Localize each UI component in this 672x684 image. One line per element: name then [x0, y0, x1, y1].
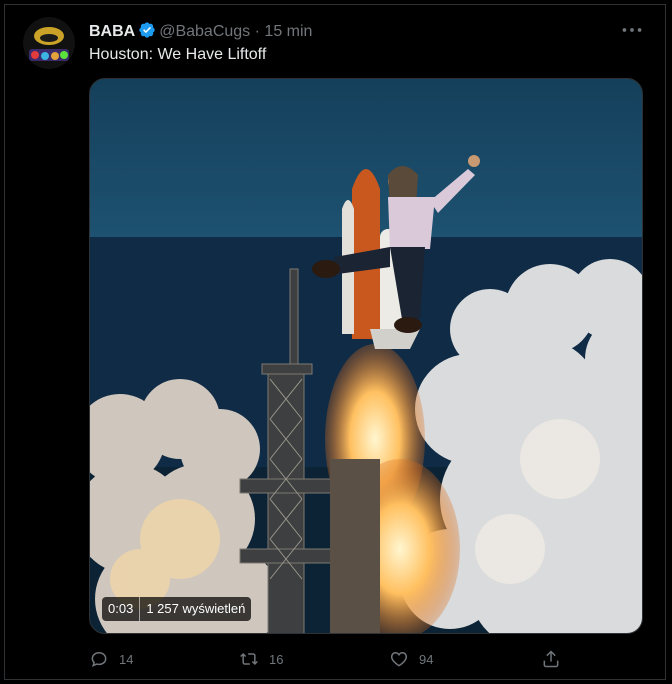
reply-icon [91, 651, 107, 668]
reply-count: 14 [119, 651, 134, 667]
retweet-icon [240, 652, 258, 666]
tweet-actions-bar: 14 16 94 [89, 649, 565, 669]
video-player[interactable]: 0:03 1 257 wyświetleń [89, 78, 643, 634]
heart-icon [390, 651, 408, 667]
share-icon [543, 650, 559, 668]
like-button[interactable]: 94 [389, 649, 433, 669]
avatar[interactable] [23, 17, 75, 69]
video-info-overlay: 0:03 1 257 wyświetleń [102, 597, 252, 621]
video-elapsed-time: 0:03 [108, 601, 134, 616]
retweet-button[interactable]: 16 [239, 649, 283, 669]
more-options-button[interactable] [619, 17, 645, 43]
retweet-count: 16 [269, 651, 284, 667]
tweet-text: Houston: We Have Liftoff [89, 46, 267, 63]
reply-button[interactable]: 14 [89, 649, 133, 669]
avatar-image [23, 17, 75, 69]
video-view-count: 1 257 wyświetleń [146, 601, 246, 616]
verified-badge-icon [138, 21, 156, 45]
tweet-header: BABA @BabaCugs · 15 min [89, 21, 312, 45]
like-count: 94 [419, 651, 434, 667]
tweet-timestamp[interactable]: 15 min [264, 23, 312, 40]
more-horizontal-icon [622, 28, 642, 32]
author-name[interactable]: BABA [89, 23, 135, 40]
author-handle[interactable]: @BabaCugs [159, 23, 250, 40]
tweet-card[interactable]: BABA @BabaCugs · 15 min Houston: We Have … [4, 4, 666, 680]
share-button[interactable] [541, 649, 571, 669]
video-thumbnail [90, 79, 642, 633]
separator-dot: · [254, 23, 260, 40]
